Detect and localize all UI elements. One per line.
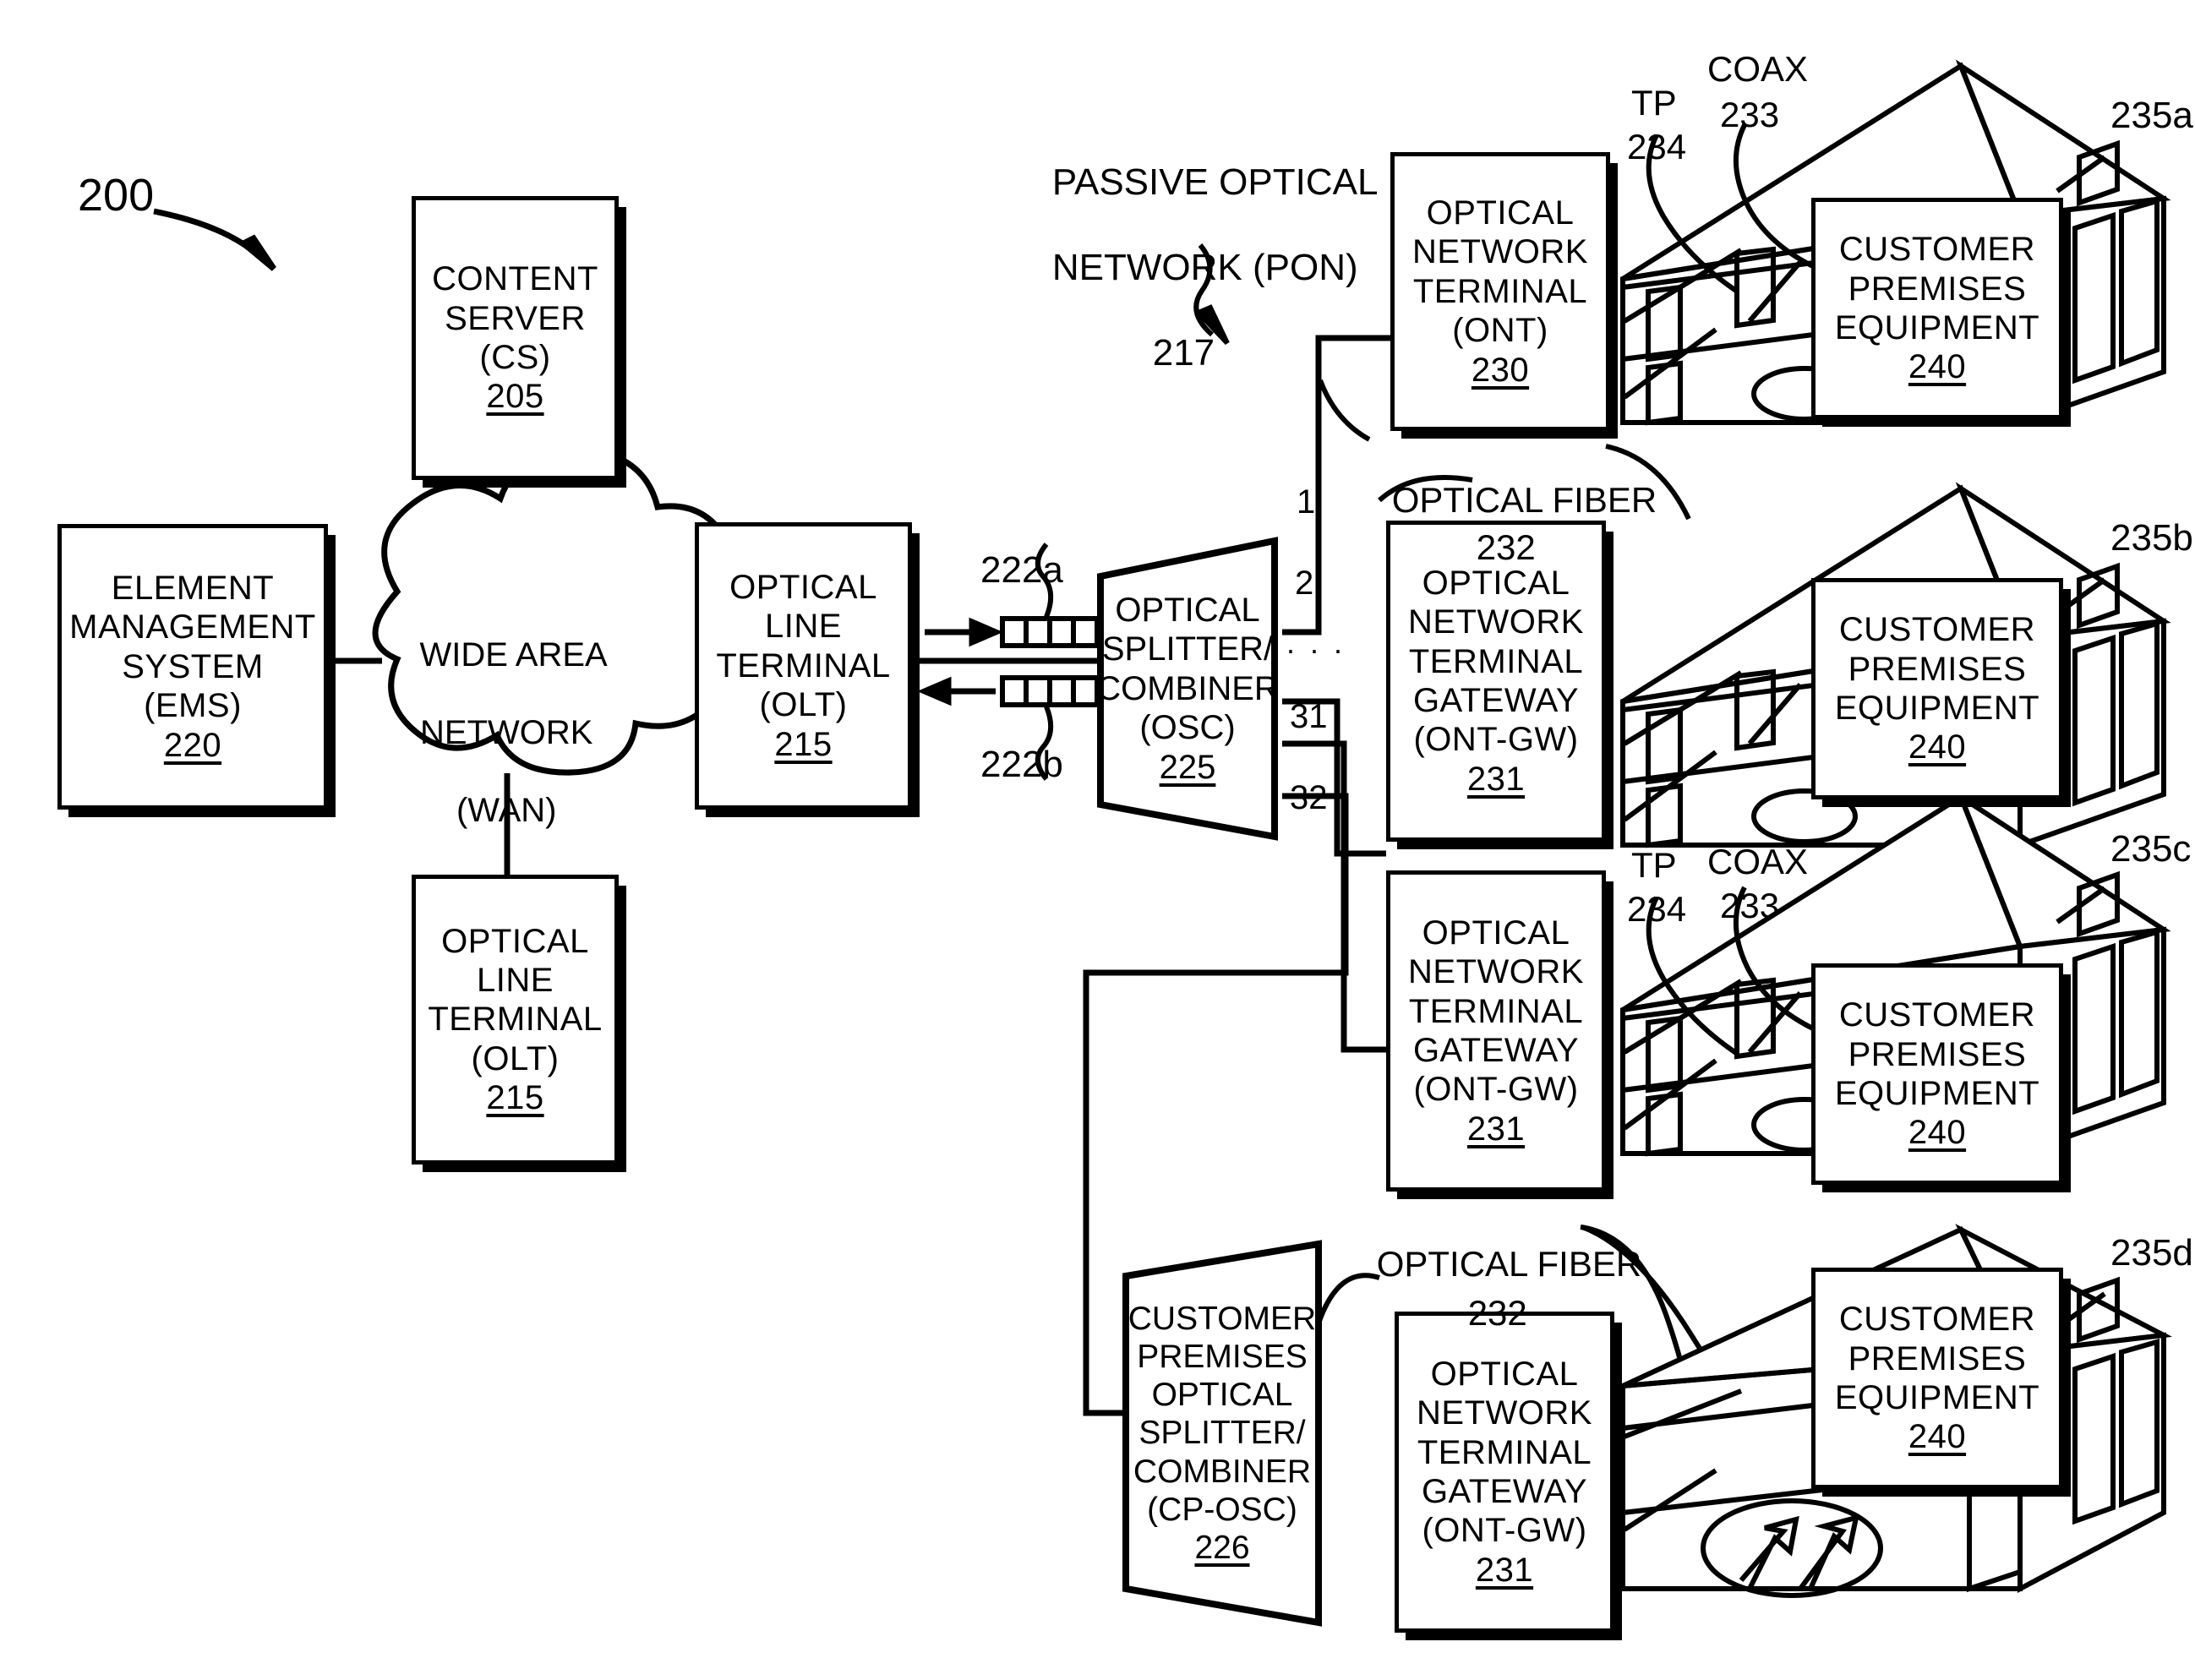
pon-label: PASSIVE OPTICAL NETWORK (PON) 217 <box>1051 161 1379 374</box>
signal-downstream-ref-222a: 222a <box>980 549 1063 591</box>
ont-label: OPTICAL NETWORK TERMINAL (ONT) 230 <box>1412 194 1588 389</box>
osc-port-31-label: 31 <box>1290 698 1328 735</box>
house-a-ref: 235a <box>2110 95 2193 136</box>
signal-upstream-ref-222b: 222b <box>980 744 1063 785</box>
coax-ref-1: 233 <box>1720 95 1780 134</box>
coax-ref-2: 233 <box>1720 886 1780 925</box>
tp-label-1: TP <box>1631 83 1677 123</box>
optical-network-terminal-gateway-box-2[interactable]: OPTICAL NETWORK TERMINAL GATEWAY (ONT-GW… <box>1386 870 1606 1192</box>
cp-osc-label: CUSTOMER PREMISES OPTICAL SPLITTER/ COMB… <box>1128 1300 1317 1567</box>
cpe-b-label: CUSTOMER PREMISES EQUIPMENT 240 <box>1834 611 2040 766</box>
olt-top-label: OPTICAL LINE TERMINAL (OLT) 215 <box>716 569 891 763</box>
optical-network-terminal-box[interactable]: OPTICAL NETWORK TERMINAL (ONT) 230 <box>1390 152 1610 431</box>
house-b-ref: 235b <box>2110 517 2193 559</box>
house-c-ref: 235c <box>2110 828 2192 870</box>
cpe-c-label: CUSTOMER PREMISES EQUIPMENT 240 <box>1834 996 2040 1152</box>
customer-premises-equipment-box-c[interactable]: CUSTOMER PREMISES EQUIPMENT 240 <box>1811 963 2063 1185</box>
cpe-a-label: CUSTOMER PREMISES EQUIPMENT 240 <box>1834 231 2040 386</box>
optical-line-terminal-top-box[interactable]: OPTICAL LINE TERMINAL (OLT) 215 <box>695 522 912 810</box>
tp-label-2: TP <box>1631 845 1677 885</box>
osc-port-1-label: 1 <box>1297 483 1316 521</box>
ont-gw-3-label: OPTICAL NETWORK TERMINAL GATEWAY (ONT-GW… <box>1417 1355 1592 1589</box>
osc-port-ellipsis: · · · <box>1286 632 1346 667</box>
ems-label: ELEMENT MANAGEMENT SYSTEM (EMS) 220 <box>69 570 316 764</box>
olt-bottom-label: OPTICAL LINE TERMINAL (OLT) 215 <box>428 922 603 1117</box>
coax-label-1: COAX <box>1707 49 1809 89</box>
tp-ref-2: 234 <box>1627 889 1687 929</box>
cpe-d-label: CUSTOMER PREMISES EQUIPMENT 240 <box>1834 1301 2040 1456</box>
customer-premises-equipment-box-a[interactable]: CUSTOMER PREMISES EQUIPMENT 240 <box>1811 198 2063 419</box>
content-server-label: CONTENT SERVER (CS) 205 <box>432 260 598 416</box>
coax-label-2: COAX <box>1707 842 1809 881</box>
cp-optical-splitter-combiner[interactable]: CUSTOMER PREMISES OPTICAL SPLITTER/ COMB… <box>1126 1244 1319 1623</box>
osc-label: OPTICAL SPLITTER/ COMBINER (OSC) 225 <box>1096 592 1279 786</box>
optical-splitter-combiner[interactable]: OPTICAL SPLITTER/ COMBINER (OSC) 225 <box>1096 541 1279 837</box>
customer-premises-equipment-box-b[interactable]: CUSTOMER PREMISES EQUIPMENT 240 <box>1811 578 2063 799</box>
tp-ref-1: 234 <box>1627 127 1687 166</box>
customer-premises-equipment-box-d[interactable]: CUSTOMER PREMISES EQUIPMENT 240 <box>1811 1268 2063 1489</box>
patent-figure-200: CONTENT SERVER (CS) 205 ELEMENT MANAGEME… <box>0 0 2195 1680</box>
house-d-ref: 235d <box>2110 1232 2193 1274</box>
optical-line-terminal-bottom-box[interactable]: OPTICAL LINE TERMINAL (OLT) 215 <box>412 875 619 1165</box>
optical-fiber-ref-upper: 232 <box>1476 527 1536 568</box>
osc-port-2-label: 2 <box>1295 565 1314 602</box>
osc-port-32-label: 32 <box>1290 779 1328 816</box>
ont-gw-2-label: OPTICAL NETWORK TERMINAL GATEWAY (ONT-GW… <box>1408 914 1584 1148</box>
content-server-box[interactable]: CONTENT SERVER (CS) 205 <box>412 196 619 480</box>
optical-fiber-ref-lower: 232 <box>1467 1293 1527 1334</box>
figure-ref-200: 200 <box>78 170 155 221</box>
element-management-system-box[interactable]: ELEMENT MANAGEMENT SYSTEM (EMS) 220 <box>57 524 328 810</box>
